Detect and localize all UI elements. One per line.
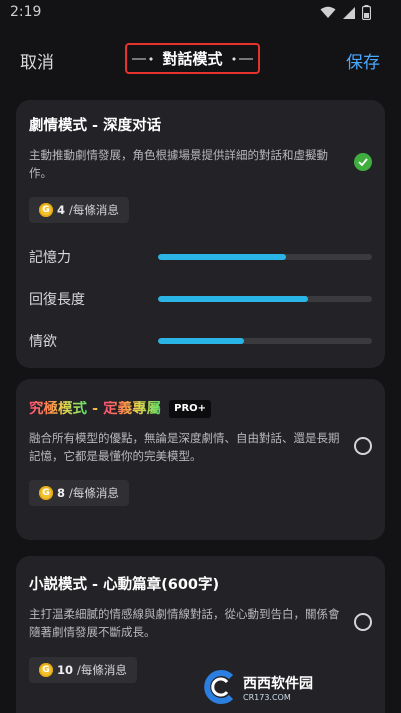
stat-label: 記憶力 <box>29 250 71 266</box>
wifi-icon <box>320 6 336 18</box>
mode-card-description: 融合所有模型的優點，無論是深度劇情、自由對話、還是長期記憶，它都是最懂你的完美模… <box>29 431 340 463</box>
status-icons <box>320 5 371 20</box>
stat-label: 回復長度 <box>29 292 85 308</box>
price-value: 4 <box>57 203 66 217</box>
stat-bar-fill <box>158 296 308 302</box>
price-value: 10 <box>57 663 74 677</box>
signal-icon <box>343 6 355 19</box>
mode-card-ultimate[interactable]: 究極模式 - 定義專屬 PRO+ 融合所有模型的優點，無論是深度劇情、自由對話、還… <box>16 379 385 540</box>
mode-title-prefix: 究極模式 <box>29 401 87 417</box>
stat-row-desire: 情欲 <box>29 331 372 351</box>
mode-card-description: 主動推動劇情發展，角色根據場景提供詳細的對話和虛擬動作。 <box>29 148 328 180</box>
stat-bar-track <box>158 254 372 260</box>
page-title-box: 對話模式 <box>125 43 260 74</box>
page-title: 對話模式 <box>162 50 223 68</box>
radio-button[interactable] <box>354 613 372 631</box>
pro-badge: PRO+ <box>169 399 212 418</box>
price-unit: /每條消息 <box>69 203 119 217</box>
mode-card-title: 小説模式 - 心動篇章(600字) <box>29 577 220 593</box>
stat-bar-fill <box>158 338 244 344</box>
price-unit: /每條消息 <box>69 486 119 500</box>
watermark-logo-icon <box>204 670 234 704</box>
battery-icon <box>362 5 371 20</box>
price-chip: G 4/每條消息 <box>29 197 129 223</box>
mode-card-story[interactable]: 劇情模式 - 深度对话 主動推動劇情發展，角色根據場景提供詳細的對話和虛擬動作。… <box>16 100 385 368</box>
price-value: 8 <box>57 486 66 500</box>
title-left-ornament-icon <box>132 56 154 61</box>
stat-bar-track <box>158 296 372 302</box>
title-right-ornament-icon <box>231 56 253 61</box>
selected-check-icon[interactable] <box>354 153 372 171</box>
coin-icon: G <box>39 486 53 500</box>
status-bar: 2:19 <box>0 0 401 26</box>
radio-button[interactable] <box>354 437 372 455</box>
coin-icon: G <box>39 203 53 217</box>
mode-title-separator: - <box>87 401 104 417</box>
status-time: 2:19 <box>10 4 42 20</box>
price-unit: /每條消息 <box>77 663 127 677</box>
cancel-button[interactable]: 取消 <box>20 48 54 73</box>
price-chip: G 8/每條消息 <box>29 480 129 506</box>
watermark-url: CR173.COM <box>243 692 291 702</box>
coin-icon: G <box>39 663 53 677</box>
watermark-brand: 西西软件园 <box>243 675 313 692</box>
site-watermark: 西西软件园 CR173.COM <box>201 667 383 707</box>
stat-row-memory: 記憶力 <box>29 247 372 267</box>
stat-bar-track <box>158 338 372 344</box>
stat-row-reply-length: 回復長度 <box>29 289 372 309</box>
header: 取消 對話模式 保存 <box>0 36 401 84</box>
price-chip: G 10/每條消息 <box>29 657 137 683</box>
stat-label: 情欲 <box>29 334 57 350</box>
mode-card-title: 劇情模式 - 深度对话 <box>29 118 162 134</box>
save-button[interactable]: 保存 <box>346 48 380 73</box>
stat-bar-fill <box>158 254 287 260</box>
mode-card-title: 究極模式 - 定義專屬 PRO+ <box>29 397 212 418</box>
mode-card-description: 主打温柔細膩的情感線與劇情線對話，從心動到告白，關係會隨著劇情發展不斷成長。 <box>29 607 340 639</box>
mode-title-suffix: 定義專屬 <box>103 401 162 417</box>
